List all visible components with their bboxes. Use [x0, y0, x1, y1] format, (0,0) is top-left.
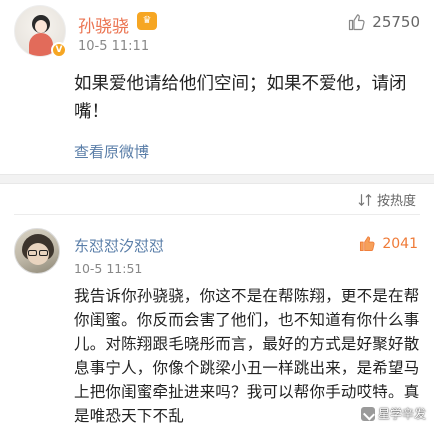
post-author-name[interactable]: 孙骁骁: [78, 12, 129, 37]
watermark-logo-icon: [360, 406, 375, 421]
watermark-text: 星学辛发: [377, 407, 426, 421]
post-timestamp: 10-5 11:11: [78, 39, 150, 54]
post-like-count: 25750: [372, 13, 420, 31]
view-original-weibo-link[interactable]: 查看原微博: [74, 141, 149, 162]
thumbs-up-filled-icon: [360, 236, 375, 252]
sort-icon: [358, 193, 372, 206]
comment-author-avatar[interactable]: [14, 228, 60, 274]
section-divider: [0, 174, 434, 184]
post-author-avatar[interactable]: V: [14, 5, 67, 58]
sort-by-popularity-button[interactable]: 按热度: [358, 190, 416, 209]
verified-v-icon: V: [51, 42, 67, 58]
vip-badge-icon: ♛: [137, 12, 157, 30]
comment-like-count: 2041: [382, 235, 418, 252]
comment-timestamp: 10-5 11:51: [74, 261, 143, 276]
comment-author-name[interactable]: 东怼怼汐怼怼: [74, 235, 164, 256]
post-like-button[interactable]: 25750: [348, 12, 420, 32]
post-body-text: 如果爱他请给他们空间；如果不爱他，请闭嘴！: [74, 74, 407, 122]
watermark: 星学辛发: [360, 405, 426, 422]
comment-like-button[interactable]: 2041: [359, 235, 418, 252]
sort-label: 按热度: [376, 194, 416, 209]
thumbs-up-icon: [349, 14, 365, 31]
comment-separator: [14, 214, 420, 215]
weibo-post: V 孙骁骁 ♛ 10-5 11:11 25750 如果爱他请给他们空间；如果不爱…: [0, 0, 434, 174]
